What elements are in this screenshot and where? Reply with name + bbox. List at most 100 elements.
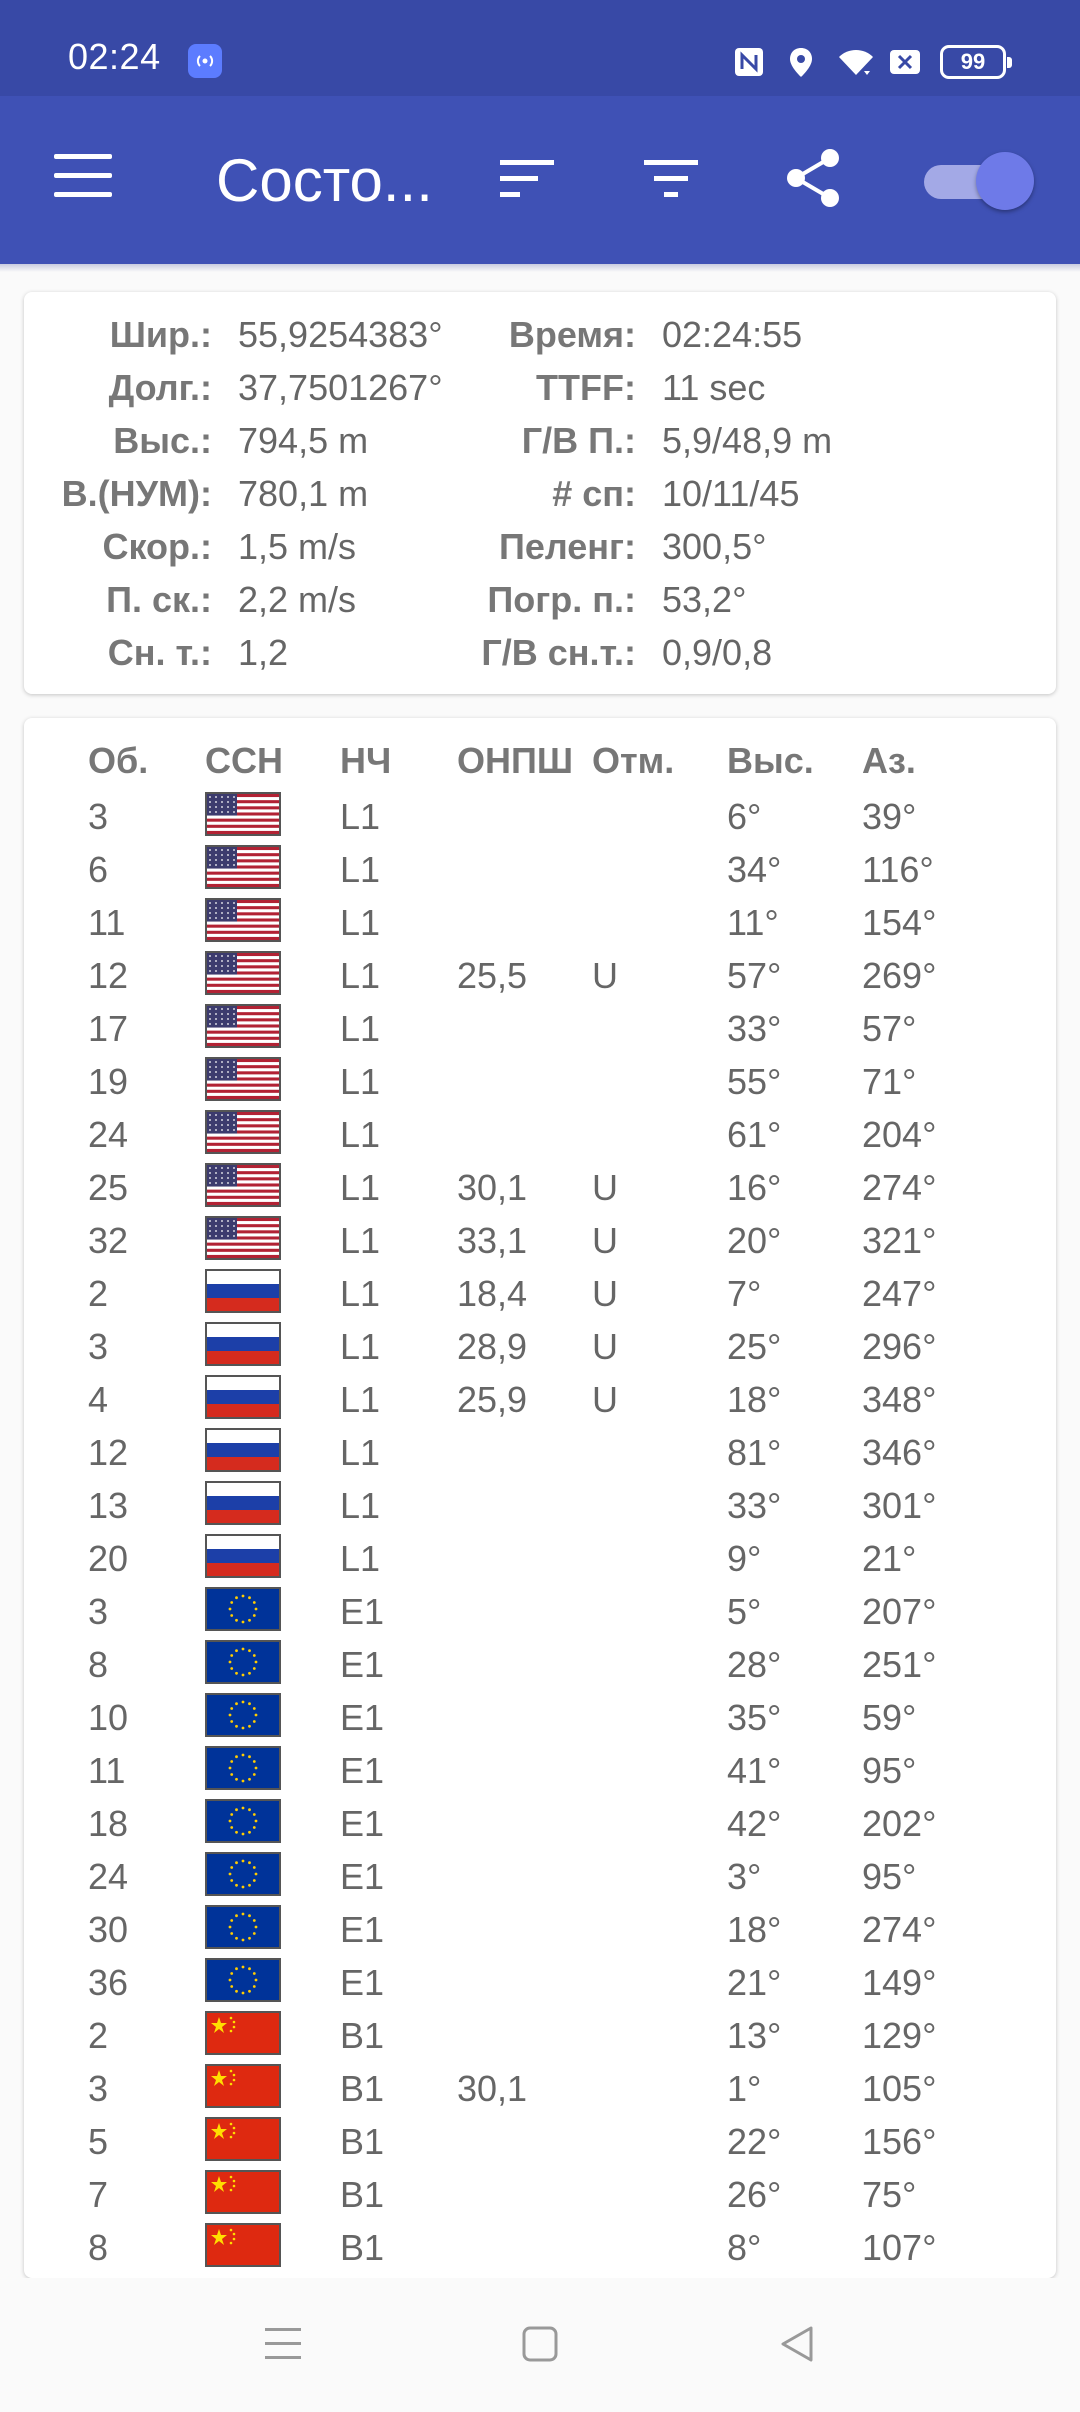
cell-az: 59° <box>862 1697 917 1738</box>
status-value: 5,9/48,9 m <box>662 420 833 461</box>
cell-id: 11 <box>88 1750 126 1791</box>
cell-freq: E1 <box>340 1591 385 1632</box>
status-label: Пеленг: <box>498 526 636 567</box>
filter-icon[interactable] <box>640 146 704 210</box>
header-constellation[interactable]: ССН <box>205 740 283 782</box>
us-flag-icon <box>205 1163 281 1207</box>
header-flags[interactable]: Отм. <box>592 740 674 782</box>
cell-freq: B1 <box>340 2068 385 2109</box>
toggle-switch[interactable] <box>924 150 1034 210</box>
cell-freq: B1 <box>340 2015 385 2056</box>
back-icon[interactable] <box>778 2324 816 2364</box>
cell-freq: E1 <box>340 1750 385 1791</box>
eu-flag-icon <box>205 1587 281 1631</box>
home-icon[interactable] <box>521 2324 559 2364</box>
us-flag-icon <box>205 1216 281 1260</box>
status-value: 1,5 m/s <box>238 526 357 567</box>
cell-id: 25 <box>88 1167 129 1208</box>
cell-elev: 5° <box>727 1591 762 1632</box>
cn-flag-icon <box>205 2223 281 2267</box>
cell-elev: 20° <box>727 1220 782 1261</box>
cell-elev: 7° <box>727 1273 762 1314</box>
cell-elev: 26° <box>727 2174 782 2215</box>
header-object[interactable]: Об. <box>88 740 148 782</box>
cell-elev: 28° <box>727 1644 782 1685</box>
satellite-row: 19 L1 55° 71° <box>0 1053 1080 1106</box>
cell-id: 18 <box>88 1803 129 1844</box>
cell-elev: 9° <box>727 1538 762 1579</box>
cell-az: 202° <box>862 1803 937 1844</box>
cell-id: 32 <box>88 1220 129 1261</box>
cell-cn0: 28,9 <box>457 1326 528 1367</box>
cell-freq: E1 <box>340 1697 385 1738</box>
cell-elev: 81° <box>727 1432 782 1473</box>
cell-cn0: 25,5 <box>457 955 528 996</box>
cell-az: 274° <box>862 1167 937 1208</box>
cell-flags: U <box>592 955 618 996</box>
status-icons: 99 <box>732 40 1012 84</box>
cn-flag-icon <box>205 2117 281 2161</box>
cell-id: 17 <box>88 1008 129 1049</box>
status-label: Г/В сн.т.: <box>481 632 636 673</box>
cell-elev: 1° <box>727 2068 762 2109</box>
satellite-row: 8 B1 8° 107° <box>0 2219 1080 2272</box>
cell-id: 12 <box>88 955 129 996</box>
cell-az: 207° <box>862 1591 937 1632</box>
status-label: TTFF: <box>536 367 636 408</box>
cell-freq: L1 <box>340 902 381 943</box>
cell-az: 321° <box>862 1220 937 1261</box>
cell-id: 5 <box>88 2121 109 2162</box>
cell-id: 3 <box>88 796 109 837</box>
header-cn0[interactable]: ОНПШ <box>457 740 573 782</box>
share-icon[interactable] <box>782 146 846 210</box>
cell-freq: L1 <box>340 1432 381 1473</box>
menu-icon[interactable] <box>54 154 114 198</box>
cell-elev: 61° <box>727 1114 782 1155</box>
satellite-row: 12 L1 25,5 U 57° 269° <box>0 947 1080 1000</box>
eu-flag-icon <box>205 1746 281 1790</box>
cell-az: 95° <box>862 1750 917 1791</box>
cell-freq: L1 <box>340 796 381 837</box>
cell-elev: 3° <box>727 1856 762 1897</box>
cell-id: 2 <box>88 2015 109 2056</box>
satellite-row: 4 L1 25,9 U 18° 348° <box>0 1371 1080 1424</box>
us-flag-icon <box>205 792 281 836</box>
header-frequency[interactable]: НЧ <box>340 740 391 782</box>
cell-az: 95° <box>862 1856 917 1897</box>
app-bar-shadow <box>0 264 1080 272</box>
cell-az: 204° <box>862 1114 937 1155</box>
sort-icon[interactable] <box>496 146 560 210</box>
cell-az: 346° <box>862 1432 937 1473</box>
cell-id: 30 <box>88 1909 129 1950</box>
satellite-row: 2 B1 13° 129° <box>0 2007 1080 2060</box>
toggle-thumb <box>976 152 1034 210</box>
cell-cn0: 18,4 <box>457 1273 528 1314</box>
status-time: 02:24 <box>68 36 161 77</box>
satellite-row: 3 B1 30,1 1° 105° <box>0 2060 1080 2113</box>
status-label: Время: <box>508 314 636 355</box>
cell-elev: 35° <box>727 1697 782 1738</box>
recents-icon[interactable] <box>264 2324 302 2364</box>
cell-freq: L1 <box>340 1114 381 1155</box>
cell-freq: E1 <box>340 1803 385 1844</box>
cell-az: 75° <box>862 2174 917 2215</box>
satellite-row: 36 E1 21° 149° <box>0 1954 1080 2007</box>
ru-flag-icon <box>205 1269 281 1313</box>
nfc-icon <box>732 45 766 79</box>
header-elevation[interactable]: Выс. <box>727 740 814 782</box>
satellite-row: 3 E1 5° 207° <box>0 1583 1080 1636</box>
status-label: # сп: <box>552 473 636 514</box>
cell-elev: 55° <box>727 1061 782 1102</box>
cell-elev: 8° <box>727 2227 762 2268</box>
us-flag-icon <box>205 951 281 995</box>
cell-id: 12 <box>88 1432 129 1473</box>
cell-az: 154° <box>862 902 937 943</box>
satellite-row: 32 L1 33,1 U 20° 321° <box>0 1212 1080 1265</box>
satellite-row: 11 L1 11° 154° <box>0 894 1080 947</box>
status-bar: 02:24 99 <box>0 0 1080 96</box>
page-title[interactable]: Состо... <box>216 146 433 215</box>
location-icon <box>784 45 818 79</box>
header-azimuth[interactable]: Аз. <box>862 740 916 782</box>
cell-id: 24 <box>88 1114 129 1155</box>
cell-freq: E1 <box>340 1909 385 1950</box>
